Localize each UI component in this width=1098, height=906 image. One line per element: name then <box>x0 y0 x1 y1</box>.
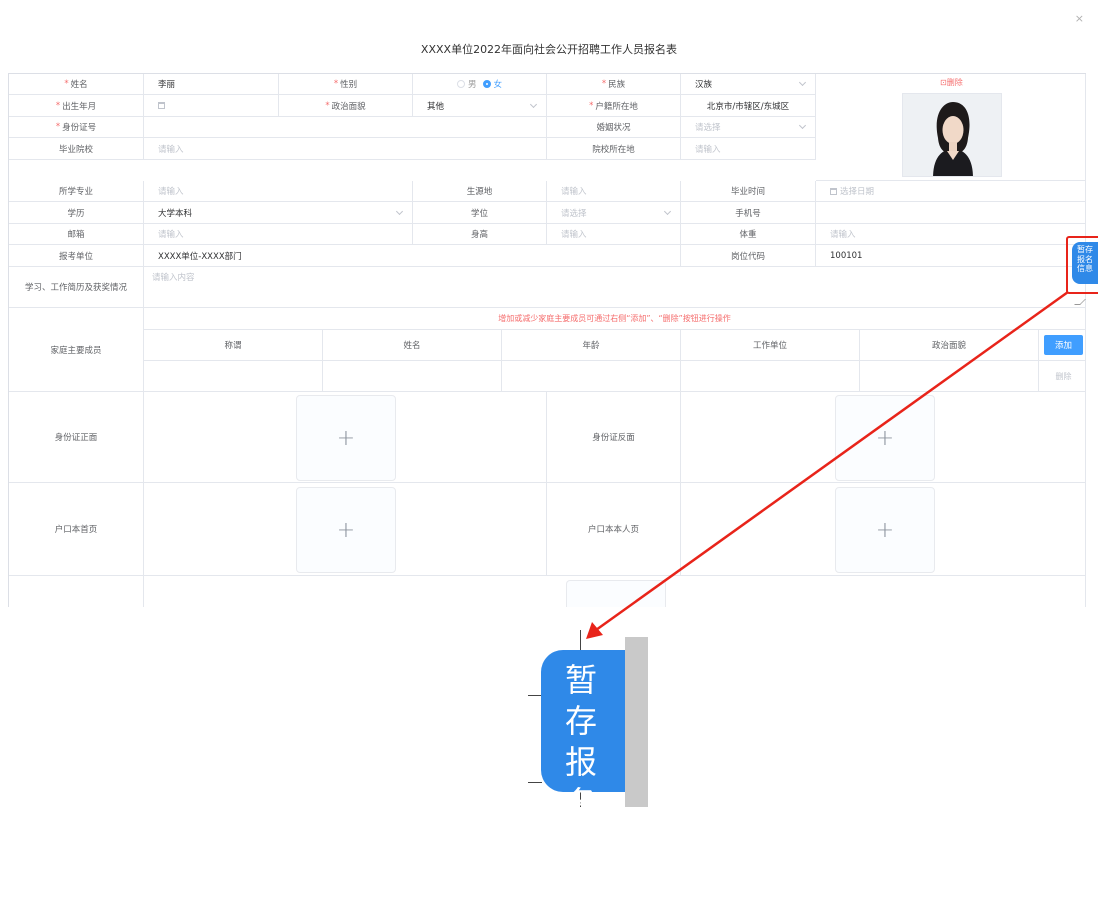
zoom-scrollbar <box>625 637 648 807</box>
zoomed-save-draft-button: 暂存 报名 信息 <box>541 650 625 904</box>
zoom-line: 暂存 <box>565 661 598 740</box>
zoom-tick <box>528 782 542 783</box>
zoom-tick <box>528 695 542 696</box>
zoom-line: 信息 <box>565 825 598 904</box>
zoom-tick <box>580 630 581 650</box>
zoom-line: 报名 <box>565 743 598 822</box>
